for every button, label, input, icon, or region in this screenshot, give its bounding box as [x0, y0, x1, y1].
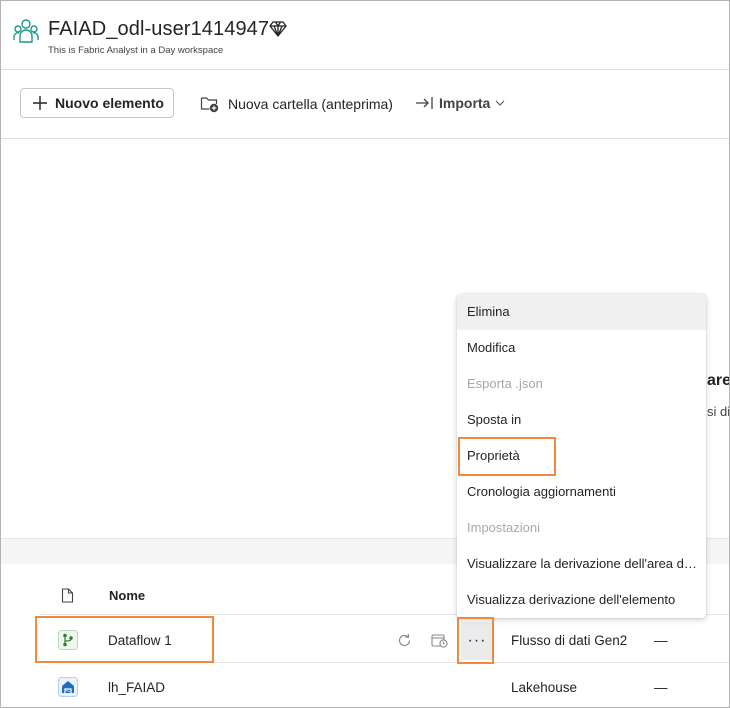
menu-item-sposta-in[interactable]: Sposta in [457, 402, 706, 438]
schedule-icon[interactable] [431, 633, 448, 648]
item-owner: — [654, 680, 668, 695]
new-folder-label: Nuova cartella (anteprima) [228, 96, 393, 112]
new-item-button[interactable]: Nuovo elemento [20, 88, 174, 118]
new-folder-button[interactable]: Nuova cartella (anteprima) [200, 95, 393, 113]
divider [1, 138, 729, 139]
divider [1, 69, 729, 70]
menu-item-modifica[interactable]: Modifica [457, 330, 706, 366]
import-label: Importa [439, 95, 491, 111]
chevron-down-icon [495, 100, 505, 106]
workspace-description: This is Fabric Analyst in a Day workspac… [48, 45, 224, 56]
empty-state-description: si di [707, 404, 730, 419]
lakehouse-icon [58, 677, 78, 697]
import-arrow-icon [416, 97, 433, 109]
folder-add-icon [200, 97, 219, 113]
plus-icon [33, 96, 47, 110]
file-type-icon [61, 588, 74, 603]
refresh-icon[interactable] [397, 633, 412, 648]
menu-item-impostazioni: Impostazioni [467, 520, 540, 535]
item-type: Lakehouse [511, 680, 578, 695]
import-button[interactable]: Importa [415, 95, 505, 111]
empty-state-heading: are [707, 372, 730, 389]
item-type: Flusso di dati Gen2 [511, 633, 628, 648]
menu-item-cronologia-aggiornamenti[interactable]: Cronologia aggiornamenti [457, 474, 706, 510]
highlight-box [458, 437, 556, 476]
new-item-label: Nuovo elemento [55, 95, 164, 111]
column-header-name[interactable]: Nome [109, 588, 145, 603]
menu-item-esporta-json: Esporta .json [467, 376, 543, 391]
workspace-title: FAIAD_odl-user1414947 [48, 18, 270, 40]
item-owner: — [654, 633, 668, 648]
workspace-icon [13, 19, 39, 43]
workspace-window: FAIAD_odl-user1414947 This is Fabric Ana… [0, 0, 730, 708]
menu-item-derivazione-elemento[interactable]: Visualizza derivazione dell'elemento [457, 582, 706, 618]
highlight-box [35, 616, 214, 663]
menu-item-elimina[interactable]: Elimina [457, 294, 706, 330]
menu-item-derivazione-area[interactable]: Visualizzare la derivazione dell'area di… [457, 546, 706, 582]
premium-diamond-icon [269, 21, 287, 37]
item-name[interactable]: lh_FAIAD [108, 680, 165, 695]
highlight-box [457, 617, 494, 664]
